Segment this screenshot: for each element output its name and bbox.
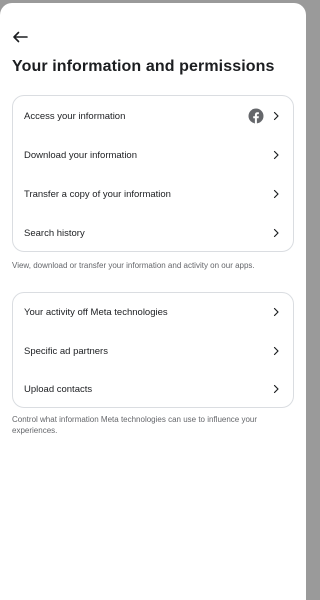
chevron-right-icon: [273, 228, 279, 238]
facebook-icon: [248, 108, 264, 124]
access-your-information-item[interactable]: Access your information: [13, 97, 293, 135]
item-label: Transfer a copy of your information: [24, 188, 171, 200]
back-button[interactable]: [11, 28, 29, 46]
section-caption: Control what information Meta technologi…: [12, 415, 258, 435]
chevron-right-icon: [273, 150, 279, 160]
item-label: Access your information: [24, 110, 126, 122]
transfer-a-copy-item[interactable]: Transfer a copy of your information: [13, 175, 293, 213]
download-your-information-item[interactable]: Download your information: [13, 136, 293, 174]
chevron-right-icon: [273, 346, 279, 356]
chevron-right-icon: [273, 111, 279, 121]
specific-ad-partners-item[interactable]: Specific ad partners: [13, 332, 293, 370]
activity-off-meta-item[interactable]: Your activity off Meta technologies: [13, 293, 293, 331]
chevron-right-icon: [273, 189, 279, 199]
bottom-sheet: Your information and permissions Access …: [0, 3, 306, 600]
information-card: Access your information Download your in…: [12, 95, 294, 252]
item-label: Specific ad partners: [24, 345, 108, 357]
arrow-left-icon: [13, 31, 28, 43]
page-title: Your information and permissions: [12, 58, 275, 75]
section-caption: View, download or transfer your informat…: [12, 261, 255, 270]
item-label: Your activity off Meta technologies: [24, 306, 168, 318]
chevron-right-icon: [273, 307, 279, 317]
item-label: Download your information: [24, 149, 138, 161]
upload-contacts-item[interactable]: Upload contacts: [13, 370, 293, 408]
chevron-right-icon: [273, 384, 279, 394]
item-label: Search history: [24, 227, 85, 239]
item-label: Upload contacts: [24, 383, 93, 395]
permissions-card: Your activity off Meta technologies Spec…: [12, 292, 294, 408]
search-history-item[interactable]: Search history: [13, 214, 293, 252]
